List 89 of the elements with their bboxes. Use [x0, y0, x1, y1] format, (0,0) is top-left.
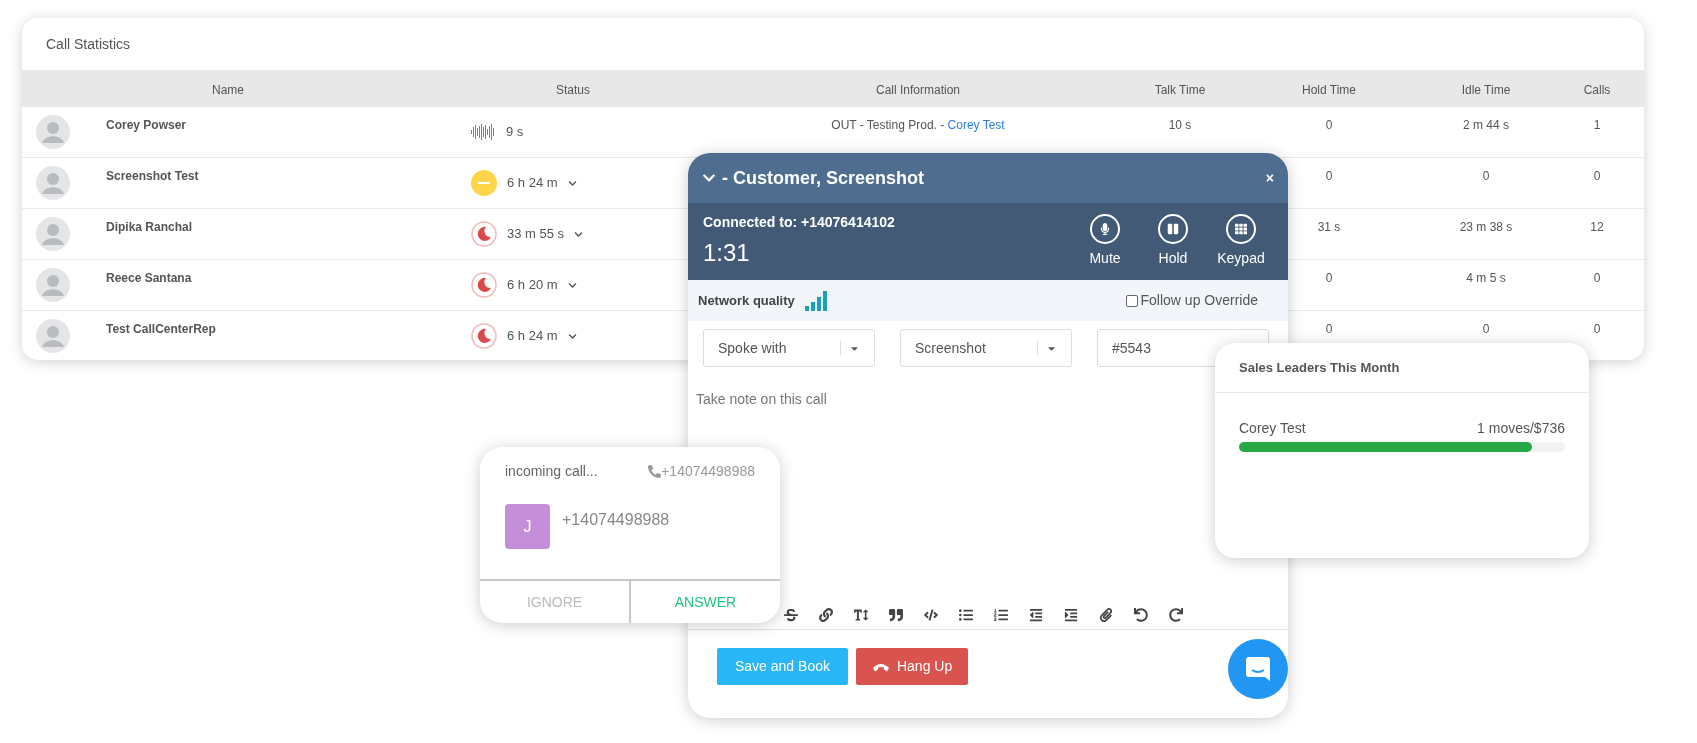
- agent-name: Dipika Ranchal: [106, 219, 193, 236]
- avatar-icon: [36, 166, 70, 200]
- table-cell: 0: [1482, 169, 1490, 183]
- moon-status-icon: [471, 272, 497, 298]
- link-icon[interactable]: [819, 607, 833, 622]
- table-cell: 31 s: [1317, 220, 1341, 234]
- agent-name: Test CallCenterRep: [106, 321, 216, 338]
- call-action-button[interactable]: Keypad: [1217, 214, 1265, 269]
- moon-status-icon: [471, 221, 497, 247]
- call-action-button[interactable]: Mute: [1081, 214, 1129, 269]
- incoming-call-label: incoming call...: [505, 462, 598, 481]
- moon-status-icon: [471, 323, 497, 349]
- connected-number: Connected to: +14076414102: [703, 213, 895, 232]
- table-cell: 0: [1325, 322, 1333, 336]
- hang-up-phone-icon: [871, 661, 890, 672]
- undo-icon[interactable]: [1134, 607, 1148, 622]
- chevron-down-icon[interactable]: [567, 178, 577, 188]
- agent-name: Reece Santana: [106, 270, 192, 287]
- avatar-icon: [36, 319, 70, 353]
- quote-icon[interactable]: [889, 607, 903, 622]
- column-header: Call Information: [875, 82, 960, 97]
- follow-up-label: Follow up Override: [1140, 291, 1258, 310]
- status-duration: 33 m 55 s: [507, 225, 565, 244]
- code-icon[interactable]: [924, 607, 938, 622]
- note-field[interactable]: Take note on this call: [696, 391, 827, 407]
- status-duration: 6 h 24 m: [507, 327, 558, 346]
- table-cell: 0: [1325, 169, 1333, 183]
- table-cell: 0: [1482, 322, 1490, 336]
- phone-icon: [648, 465, 662, 478]
- column-header: Idle Time: [1461, 82, 1511, 97]
- chat-icon: [1245, 656, 1271, 682]
- network-quality-label: Network quality: [698, 291, 795, 310]
- waveform-icon: [471, 124, 496, 140]
- status-duration: 6 h 24 m: [507, 174, 558, 193]
- table-cell: 0: [1593, 169, 1601, 183]
- table-cell: 2 m 44 s: [1463, 118, 1509, 132]
- dropdown-field[interactable]: Screenshot: [900, 329, 1072, 367]
- follow-up-checkbox[interactable]: [1125, 294, 1138, 307]
- call-information: OUT - Testing Prod. - Corey Test: [831, 118, 1005, 132]
- avatar-icon: [36, 217, 70, 251]
- paperclip-icon[interactable]: [1099, 607, 1113, 622]
- dropdown-field[interactable]: Spoke with: [703, 329, 875, 367]
- agent-name: Corey Powser: [106, 117, 187, 134]
- leader-name: Corey Test: [1239, 419, 1306, 438]
- table-cell: 0: [1593, 322, 1601, 336]
- table-cell: 0: [1325, 271, 1333, 285]
- leader-sales: 1 moves/$736: [1477, 419, 1565, 438]
- indent-icon[interactable]: [1064, 607, 1078, 622]
- table-cell: 0: [1325, 118, 1333, 132]
- call-title: - Customer, Screenshot: [722, 166, 925, 190]
- outdent-icon[interactable]: [1029, 607, 1043, 622]
- column-header: Talk Time: [1154, 82, 1206, 97]
- minus-status-icon: [471, 170, 497, 196]
- status-duration: 9 s: [506, 123, 524, 142]
- contact-link[interactable]: Corey Test: [947, 118, 1005, 132]
- call-timer: 1:31: [703, 238, 751, 268]
- table-cell: 1: [1593, 118, 1601, 132]
- caller-avatar: J: [505, 504, 550, 549]
- table-cell: 12: [1590, 220, 1604, 234]
- keypad-icon: [1226, 214, 1256, 244]
- signal-icon: [804, 290, 827, 311]
- table-cell: 10 s: [1168, 118, 1192, 132]
- pause-icon: [1158, 214, 1188, 244]
- column-header: Calls: [1583, 82, 1611, 97]
- chevron-down-icon[interactable]: [574, 229, 584, 239]
- close-button[interactable]: ×: [1265, 167, 1274, 189]
- agent-name: Screenshot Test: [106, 168, 199, 185]
- table-cell: 0: [1593, 271, 1601, 285]
- column-header: Hold Time: [1302, 82, 1356, 97]
- chevron-down-icon[interactable]: [567, 331, 577, 341]
- incoming-phone-number: +14074498988: [661, 462, 755, 481]
- call-action-button[interactable]: Hold: [1149, 214, 1197, 269]
- column-header: Status: [556, 82, 590, 97]
- text-size-icon[interactable]: [854, 607, 868, 622]
- redo-icon[interactable]: [1169, 607, 1183, 622]
- microphone-icon: [1090, 214, 1120, 244]
- card-title: Call Statistics: [46, 34, 131, 54]
- table-cell: 23 m 38 s: [1459, 220, 1513, 234]
- avatar-icon: [36, 268, 70, 302]
- bullet-list-icon[interactable]: [959, 607, 973, 622]
- chevron-down-icon[interactable]: [567, 280, 577, 290]
- strikethrough-icon[interactable]: [784, 607, 798, 622]
- numbered-list-icon[interactable]: [994, 607, 1008, 622]
- caller-number: +14074498988: [562, 510, 670, 530]
- table-cell: 4 m 5 s: [1466, 271, 1506, 285]
- column-header: Name: [212, 82, 244, 97]
- hang-up-button[interactable]: Hang Up: [855, 648, 969, 685]
- avatar-icon: [36, 115, 70, 149]
- status-duration: 6 h 20 m: [507, 276, 558, 295]
